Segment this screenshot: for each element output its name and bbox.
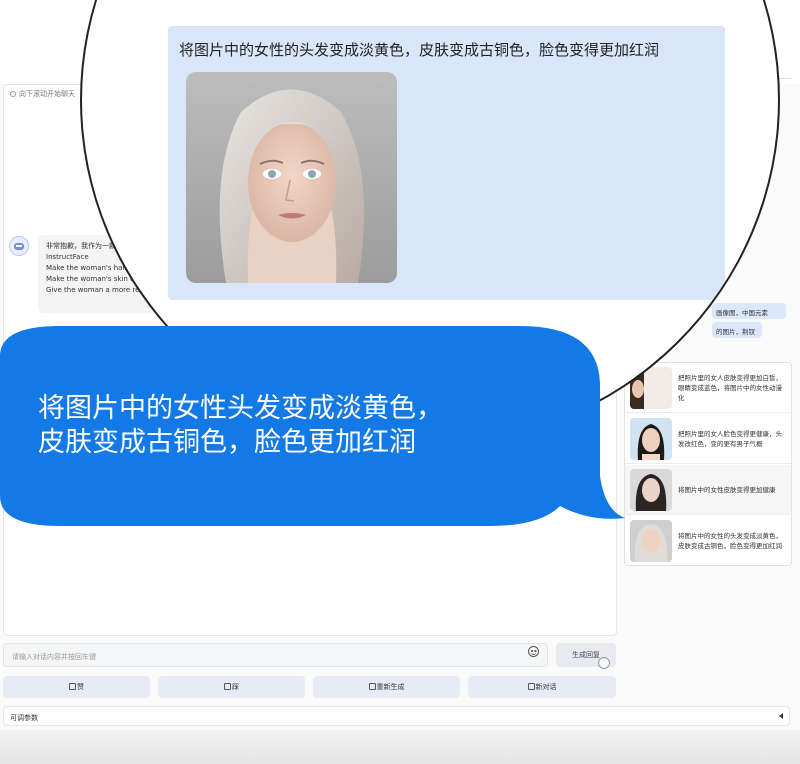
chat-icon	[10, 91, 16, 97]
dislike-button[interactable]: 踩	[158, 676, 305, 698]
user-message: 的图片，荆钗	[712, 322, 762, 338]
thumbs-up-icon	[69, 683, 76, 690]
new-chat-button[interactable]: 新对话	[468, 676, 616, 698]
chat-label-text: 向下滚动开始聊天	[19, 90, 75, 98]
portrait-image	[186, 72, 397, 283]
app-window: 向下滚动开始聊天 非常抱歉，我作为一款文 InstructFace Make t…	[0, 0, 800, 764]
example-item[interactable]: 将图片中的女性皮肤变得更加健康	[625, 465, 791, 515]
new-chat-label: 新对话	[535, 683, 557, 691]
examples-panel: 把照片里的女人皮肤变得更加白皙，眼睛变成蓝色，将图片中的女性动漫化 把照片里的女…	[624, 362, 792, 566]
dislike-label: 踩	[232, 683, 239, 691]
collapse-arrow-icon[interactable]	[779, 713, 783, 719]
magnified-message-text: 将图片中的女性的头发变成淡黄色，皮肤变成古铜色，脸色变得更加红润	[179, 41, 660, 59]
regenerate-label: 重新生成	[376, 683, 405, 691]
example-text: 把照片里的女人皮肤变得更加白皙，眼睛变成蓝色，将图片中的女性动漫化	[678, 373, 782, 402]
callout-text: 将图片中的女性头发变成淡黄色， 皮肤变成古铜色，脸色更加红润	[38, 392, 443, 460]
example-item[interactable]: 将图片中的女性的头发变成淡黄色，皮肤变成古铜色，脸色变得更加红润	[625, 516, 791, 566]
example-text: 将图片中的女性皮肤变得更加健康	[678, 485, 776, 494]
chat-input[interactable]: 请输入对话内容并按回车键	[3, 643, 548, 667]
regenerate-button[interactable]: 重新生成	[313, 676, 460, 698]
callout-line: 将图片中的女性头发变成淡黄色，	[38, 393, 443, 424]
mouse-cursor-icon	[598, 657, 610, 669]
bottom-fade	[0, 730, 800, 764]
bot-avatar-icon	[9, 236, 29, 256]
callout-line: 皮肤变成古铜色，脸色更加红润	[38, 427, 416, 458]
refresh-icon	[368, 683, 376, 690]
params-accordion[interactable]: 可调参数	[3, 706, 790, 726]
params-label: 可调参数	[10, 714, 38, 722]
example-thumbnail	[630, 520, 672, 562]
magnified-user-message: 将图片中的女性的头发变成淡黄色，皮肤变成古铜色，脸色变得更加红润	[168, 26, 725, 300]
example-text: 把照片里的女人脸色变得更健康，头发改红色，变的更有男子气概	[678, 429, 782, 448]
like-label: 赞	[77, 683, 84, 691]
example-item[interactable]: 把照片里的女人脸色变得更健康，头发改红色，变的更有男子气概	[625, 414, 791, 464]
emoji-icon[interactable]	[528, 646, 539, 657]
user-message: 画像图，中国元素	[712, 303, 786, 319]
example-text: 将图片中的女性的头发变成淡黄色，皮肤变成古铜色，脸色变得更加红润	[678, 532, 782, 550]
thumbs-down-icon	[224, 683, 231, 690]
example-item[interactable]: 把照片里的女人皮肤变得更加白皙，眼睛变成蓝色，将图片中的女性动漫化	[625, 363, 791, 413]
chat-label: 向下滚动开始聊天	[10, 89, 75, 99]
like-button[interactable]: 赞	[3, 676, 150, 698]
new-chat-icon	[527, 683, 535, 690]
